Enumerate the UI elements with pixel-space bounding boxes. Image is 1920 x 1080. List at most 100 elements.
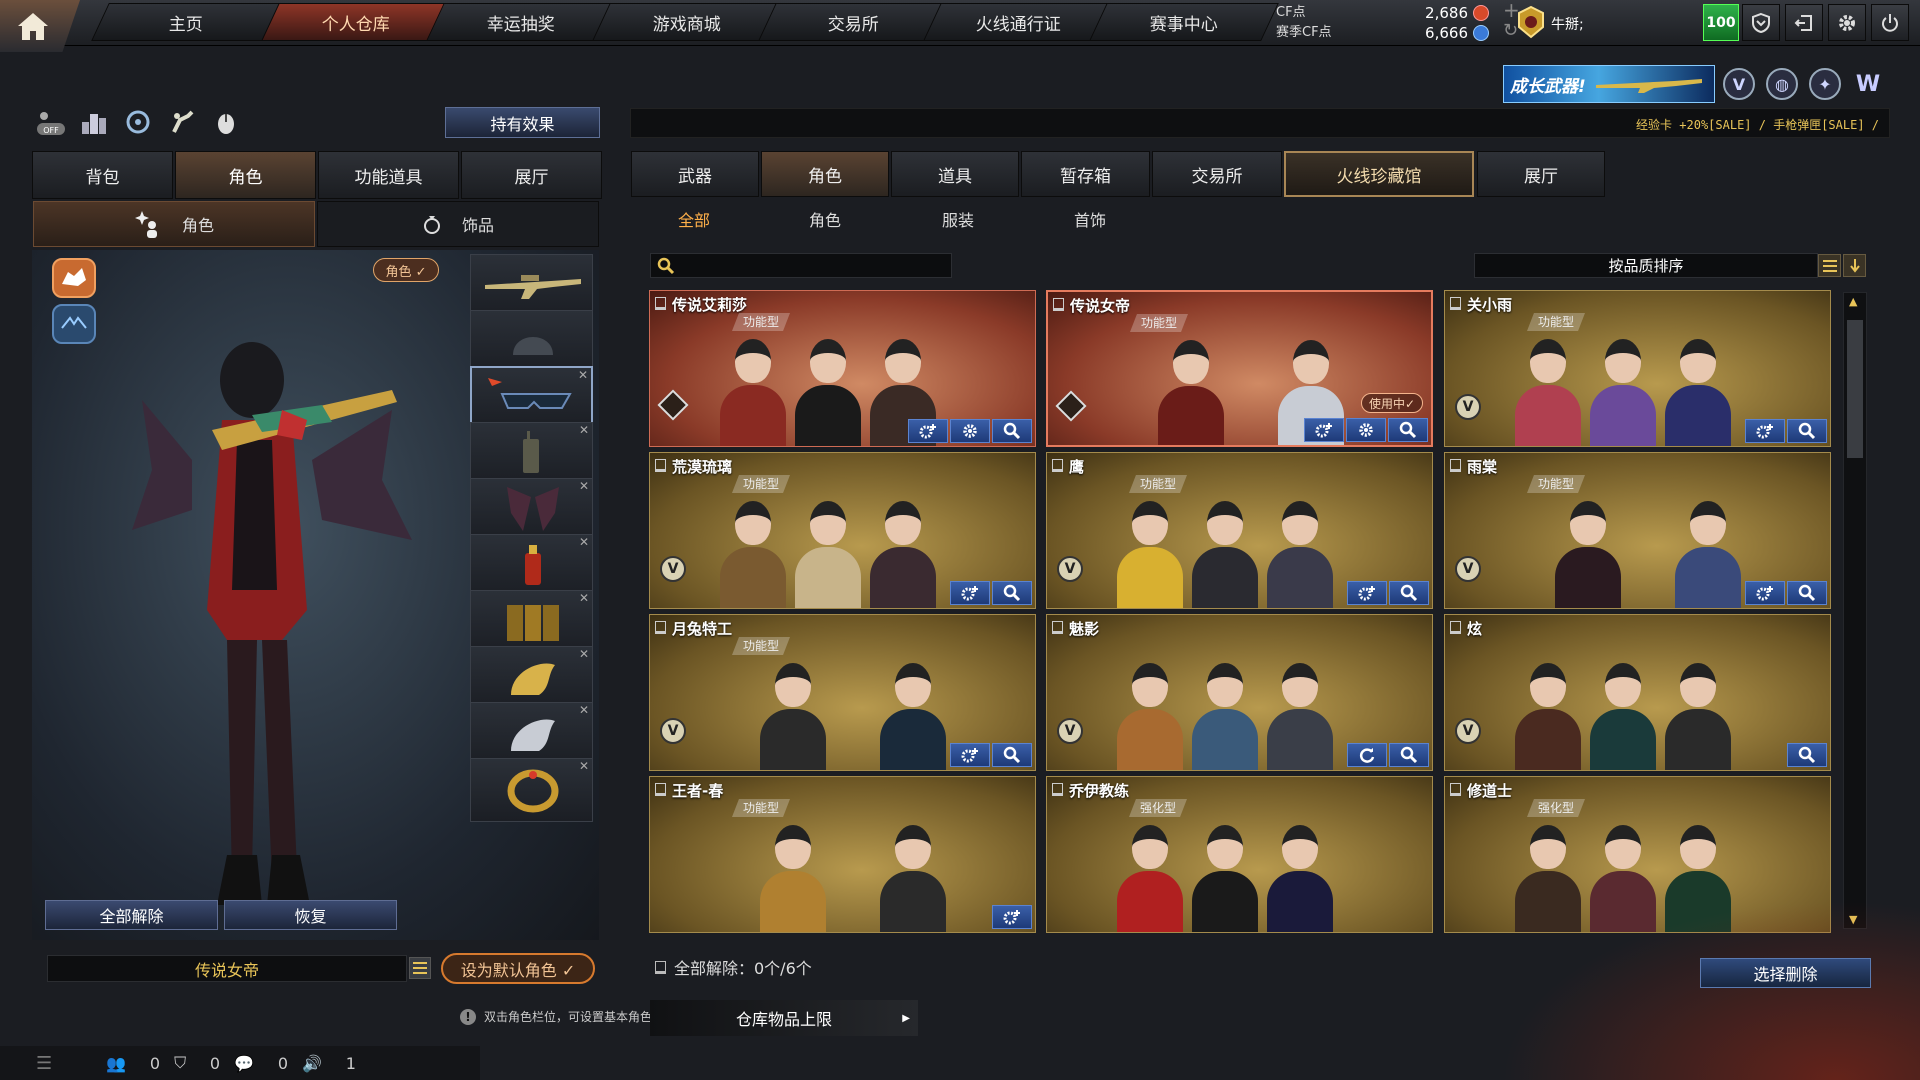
card-gear-button[interactable]	[1346, 418, 1386, 442]
character-card[interactable]: 乔伊教练 强化型	[1046, 776, 1433, 933]
storage-limit-button[interactable]: 仓库物品上限 ▶	[650, 1000, 918, 1036]
character-card[interactable]: 魅影 V	[1046, 614, 1433, 771]
nav-tab-0[interactable]: 主页	[91, 3, 281, 41]
character-card[interactable]: 传说艾莉莎 功能型	[649, 290, 1036, 447]
right-tab-3[interactable]: 暂存箱	[1021, 151, 1150, 197]
rotate-view-icon[interactable]	[122, 106, 154, 138]
card-gear-button[interactable]	[950, 419, 990, 443]
chat-icon[interactable]: 💬	[234, 1054, 254, 1073]
character-list-button[interactable]	[409, 957, 431, 979]
character-card[interactable]: 雨棠 功能型 V	[1444, 452, 1831, 609]
right-tab-2[interactable]: 道具	[891, 151, 1019, 197]
wing-emblem-icon[interactable]	[52, 304, 96, 344]
bookmark-icon[interactable]	[655, 783, 666, 796]
right-tab-1[interactable]: 角色	[761, 151, 889, 197]
bookmark-icon[interactable]	[1450, 459, 1461, 472]
slot-helmet[interactable]	[470, 310, 593, 374]
bookmark-icon[interactable]	[1052, 459, 1063, 472]
unequip-all-button[interactable]: 全部解除	[45, 900, 218, 930]
card-search-button[interactable]	[1389, 581, 1429, 605]
card-gear-plus-button[interactable]	[1745, 419, 1785, 443]
search-input[interactable]	[650, 253, 952, 278]
settings-gear-icon[interactable]	[1828, 4, 1866, 41]
left-tab-0[interactable]: 背包	[32, 151, 173, 199]
scroll-up-icon[interactable]: ▲	[1849, 295, 1857, 308]
bookmark-icon[interactable]	[1052, 783, 1063, 796]
podium-icon[interactable]	[78, 106, 110, 138]
bookmark-icon[interactable]	[655, 459, 666, 472]
card-search-button[interactable]	[1389, 743, 1429, 767]
card-gear-plus-button[interactable]	[1304, 418, 1344, 442]
character-card[interactable]: 荒漠琉璃 功能型 V	[649, 452, 1036, 609]
slot-weapon[interactable]	[470, 254, 593, 318]
card-gear-plus-button[interactable]	[908, 419, 948, 443]
scroll-thumb[interactable]	[1847, 320, 1863, 458]
set-default-character-button[interactable]: 设为默认角色 ✓	[441, 953, 595, 984]
v-emblem-icon[interactable]: V	[1723, 68, 1755, 100]
slot-wings[interactable]: ✕	[470, 478, 593, 542]
sort-menu-icon[interactable]	[1818, 254, 1841, 277]
card-search-button[interactable]	[1388, 418, 1428, 442]
character-card[interactable]: 鹰功能型 V	[1046, 452, 1433, 609]
card-search-button[interactable]	[1787, 419, 1827, 443]
slot-radio[interactable]: ✕	[470, 422, 593, 486]
nav-tab-4[interactable]: 交易所	[758, 3, 948, 41]
card-gear-plus-button[interactable]	[992, 905, 1032, 929]
toggle-off-icon[interactable]: OFF	[35, 106, 67, 138]
card-search-button[interactable]	[992, 419, 1032, 443]
card-search-button[interactable]	[1787, 581, 1827, 605]
right-tab-5[interactable]: 火线珍藏馆	[1284, 151, 1474, 197]
bookmark-icon[interactable]	[1450, 621, 1461, 634]
bookmark-icon[interactable]	[655, 621, 666, 634]
nav-tab-5[interactable]: 火线通行证	[923, 3, 1113, 41]
card-gear-plus-button[interactable]	[1745, 581, 1785, 605]
right-subtab-1[interactable]: 角色	[775, 207, 875, 233]
left-tab-2[interactable]: 功能道具	[318, 151, 459, 199]
character-card[interactable]: 炫V	[1444, 614, 1831, 771]
exit-icon[interactable]	[1785, 4, 1823, 41]
card-gear-plus-button[interactable]	[950, 743, 990, 767]
slot-bottle[interactable]: ✕	[470, 534, 593, 598]
power-icon[interactable]	[1871, 4, 1909, 41]
character-card[interactable]: 传说女帝 功能型 使用中✓	[1046, 290, 1433, 447]
bookmark-icon[interactable]	[1052, 621, 1063, 634]
right-subtab-2[interactable]: 服装	[908, 207, 1008, 233]
slot-silver-dragon[interactable]: ✕	[470, 702, 593, 766]
bookmark-icon[interactable]	[655, 297, 666, 310]
character-card[interactable]: 关小雨 功能型 V	[1444, 290, 1831, 447]
promo-banner[interactable]: 成长武器!	[1503, 65, 1715, 103]
select-delete-button[interactable]: 选择删除	[1700, 958, 1871, 988]
wolf-emblem-icon[interactable]	[52, 258, 96, 298]
subtab-character[interactable]: 角色	[33, 201, 315, 247]
slot-gold-dragon[interactable]: ✕	[470, 646, 593, 710]
bookmark-icon[interactable]	[1450, 297, 1461, 310]
sort-dropdown[interactable]: 按品质排序	[1474, 253, 1818, 278]
left-tab-1[interactable]: 角色	[175, 151, 316, 199]
character-card[interactable]: 月兔特工 功能型 V	[649, 614, 1036, 771]
card-gear-plus-button[interactable]	[1347, 581, 1387, 605]
right-subtab-0[interactable]: 全部	[644, 207, 744, 233]
right-tab-0[interactable]: 武器	[631, 151, 759, 197]
card-search-button[interactable]	[992, 581, 1032, 605]
menu-icon[interactable]: ☰	[36, 1053, 52, 1074]
left-tab-3[interactable]: 展厅	[461, 151, 602, 199]
sort-direction-icon[interactable]	[1843, 254, 1866, 277]
nav-tab-1[interactable]: 个人仓库	[261, 3, 451, 41]
character-card[interactable]: 王者-春 功能型	[649, 776, 1036, 933]
slot-goggles[interactable]: ✕	[470, 366, 593, 430]
w-logo-icon[interactable]: W	[1852, 68, 1884, 100]
nav-tab-6[interactable]: 赛事中心	[1089, 3, 1279, 41]
globe-emblem-icon[interactable]: ◍	[1766, 68, 1798, 100]
speaker-icon[interactable]: 🔊	[302, 1054, 322, 1073]
right-tab-6[interactable]: 展厅	[1477, 151, 1605, 197]
subtab-accessory[interactable]: 饰品	[317, 201, 599, 247]
crest-emblem-icon[interactable]: ✦	[1809, 68, 1841, 100]
card-gear-plus-button[interactable]	[950, 581, 990, 605]
card-search-button[interactable]	[1787, 743, 1827, 767]
nav-tab-2[interactable]: 幸运抽奖	[426, 3, 616, 41]
pose-icon[interactable]	[166, 106, 198, 138]
card-search-button[interactable]	[992, 743, 1032, 767]
restore-button[interactable]: 恢复	[224, 900, 397, 930]
right-subtab-3[interactable]: 首饰	[1040, 207, 1140, 233]
right-tab-4[interactable]: 交易所	[1152, 151, 1282, 197]
